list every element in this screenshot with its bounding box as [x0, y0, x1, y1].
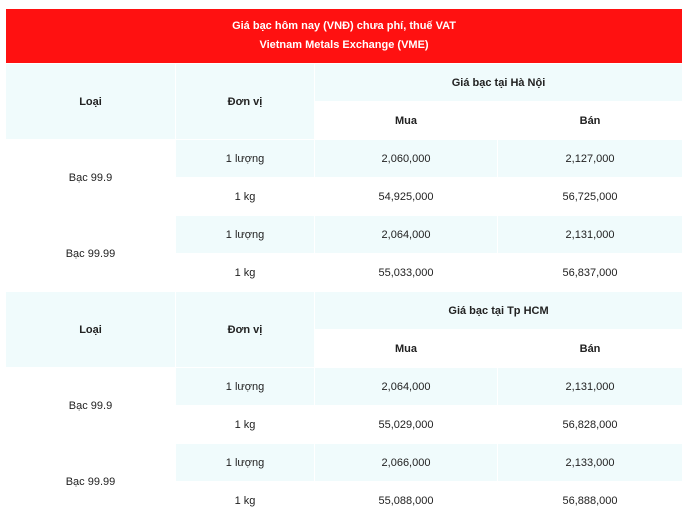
unit-cell: 1 lượng — [175, 139, 315, 178]
sell-price-cell: 56,725,000 — [496, 177, 684, 216]
table-row: Bạc 99.99 1 lượng 2,064,000 2,131,000 — [5, 215, 684, 292]
unit-cell: 1 lượng — [175, 443, 315, 482]
table-row: Bạc 99.99 1 lượng 2,066,000 2,133,000 — [5, 443, 684, 510]
table-row: Bạc 99.9 1 lượng 2,064,000 2,131,000 — [5, 367, 684, 444]
unit-cell: 1 kg — [175, 177, 315, 216]
buy-price-cell: 55,033,000 — [314, 253, 498, 292]
unit-cell: 1 lượng — [175, 367, 315, 406]
sell-price-cell: 2,133,000 — [496, 443, 684, 482]
sell-price-cell: 2,131,000 — [496, 215, 684, 254]
header-buy: Mua — [314, 329, 498, 368]
unit-cell: 1 lượng — [175, 215, 315, 254]
header-row: Loại Đơn vị Giá bạc tại Hà Nội — [5, 63, 684, 140]
sell-price-cell: 56,888,000 — [496, 481, 684, 510]
table-title: Giá bạc hôm nay (VNĐ) chưa phí, thuế VAT… — [4, 8, 684, 64]
sell-price-cell: 2,127,000 — [496, 139, 684, 178]
product-name: Bạc 99.9 — [5, 367, 176, 444]
buy-price-cell: 54,925,000 — [314, 177, 498, 216]
header-type: Loại — [5, 63, 176, 140]
header-sell: Bán — [496, 329, 684, 368]
buy-price-cell: 2,066,000 — [314, 443, 498, 482]
header-buy: Mua — [314, 101, 498, 140]
header-location: Giá bạc tại Tp HCM — [313, 291, 684, 330]
buy-price-cell: 2,064,000 — [314, 367, 498, 406]
header-unit: Đơn vị — [175, 63, 315, 140]
header-unit: Đơn vị — [175, 291, 315, 368]
product-name: Bạc 99.99 — [5, 215, 176, 292]
header-location: Giá bạc tại Hà Nội — [313, 63, 684, 102]
sell-price-cell: 2,131,000 — [496, 367, 684, 406]
buy-price-cell: 55,029,000 — [314, 405, 498, 444]
silver-price-table: Giá bạc hôm nay (VNĐ) chưa phí, thuế VAT… — [4, 8, 684, 510]
sell-price-cell: 56,828,000 — [496, 405, 684, 444]
unit-cell: 1 kg — [175, 481, 315, 510]
price-table-body: Giá bạc hôm nay (VNĐ) chưa phí, thuế VAT… — [4, 8, 684, 510]
table-row: Bạc 99.9 1 lượng 2,060,000 2,127,000 — [5, 139, 684, 216]
title-row: Giá bạc hôm nay (VNĐ) chưa phí, thuế VAT… — [4, 8, 684, 64]
product-name: Bạc 99.99 — [5, 443, 176, 510]
unit-cell: 1 kg — [175, 253, 315, 292]
sell-price-cell: 56,837,000 — [496, 253, 684, 292]
header-sell: Bán — [496, 101, 684, 140]
header-type: Loại — [5, 291, 176, 368]
product-name: Bạc 99.9 — [5, 139, 176, 216]
unit-cell: 1 kg — [175, 405, 315, 444]
buy-price-cell: 2,060,000 — [314, 139, 498, 178]
buy-price-cell: 55,088,000 — [314, 481, 498, 510]
header-row: Loại Đơn vị Giá bạc tại Tp HCM — [5, 291, 684, 368]
buy-price-cell: 2,064,000 — [314, 215, 498, 254]
title-line-2: Vietnam Metals Exchange (VME) — [259, 39, 429, 51]
title-line-1: Giá bạc hôm nay (VNĐ) chưa phí, thuế VAT — [232, 20, 456, 32]
page: Giá bạc hôm nay (VNĐ) chưa phí, thuế VAT… — [0, 0, 700, 510]
